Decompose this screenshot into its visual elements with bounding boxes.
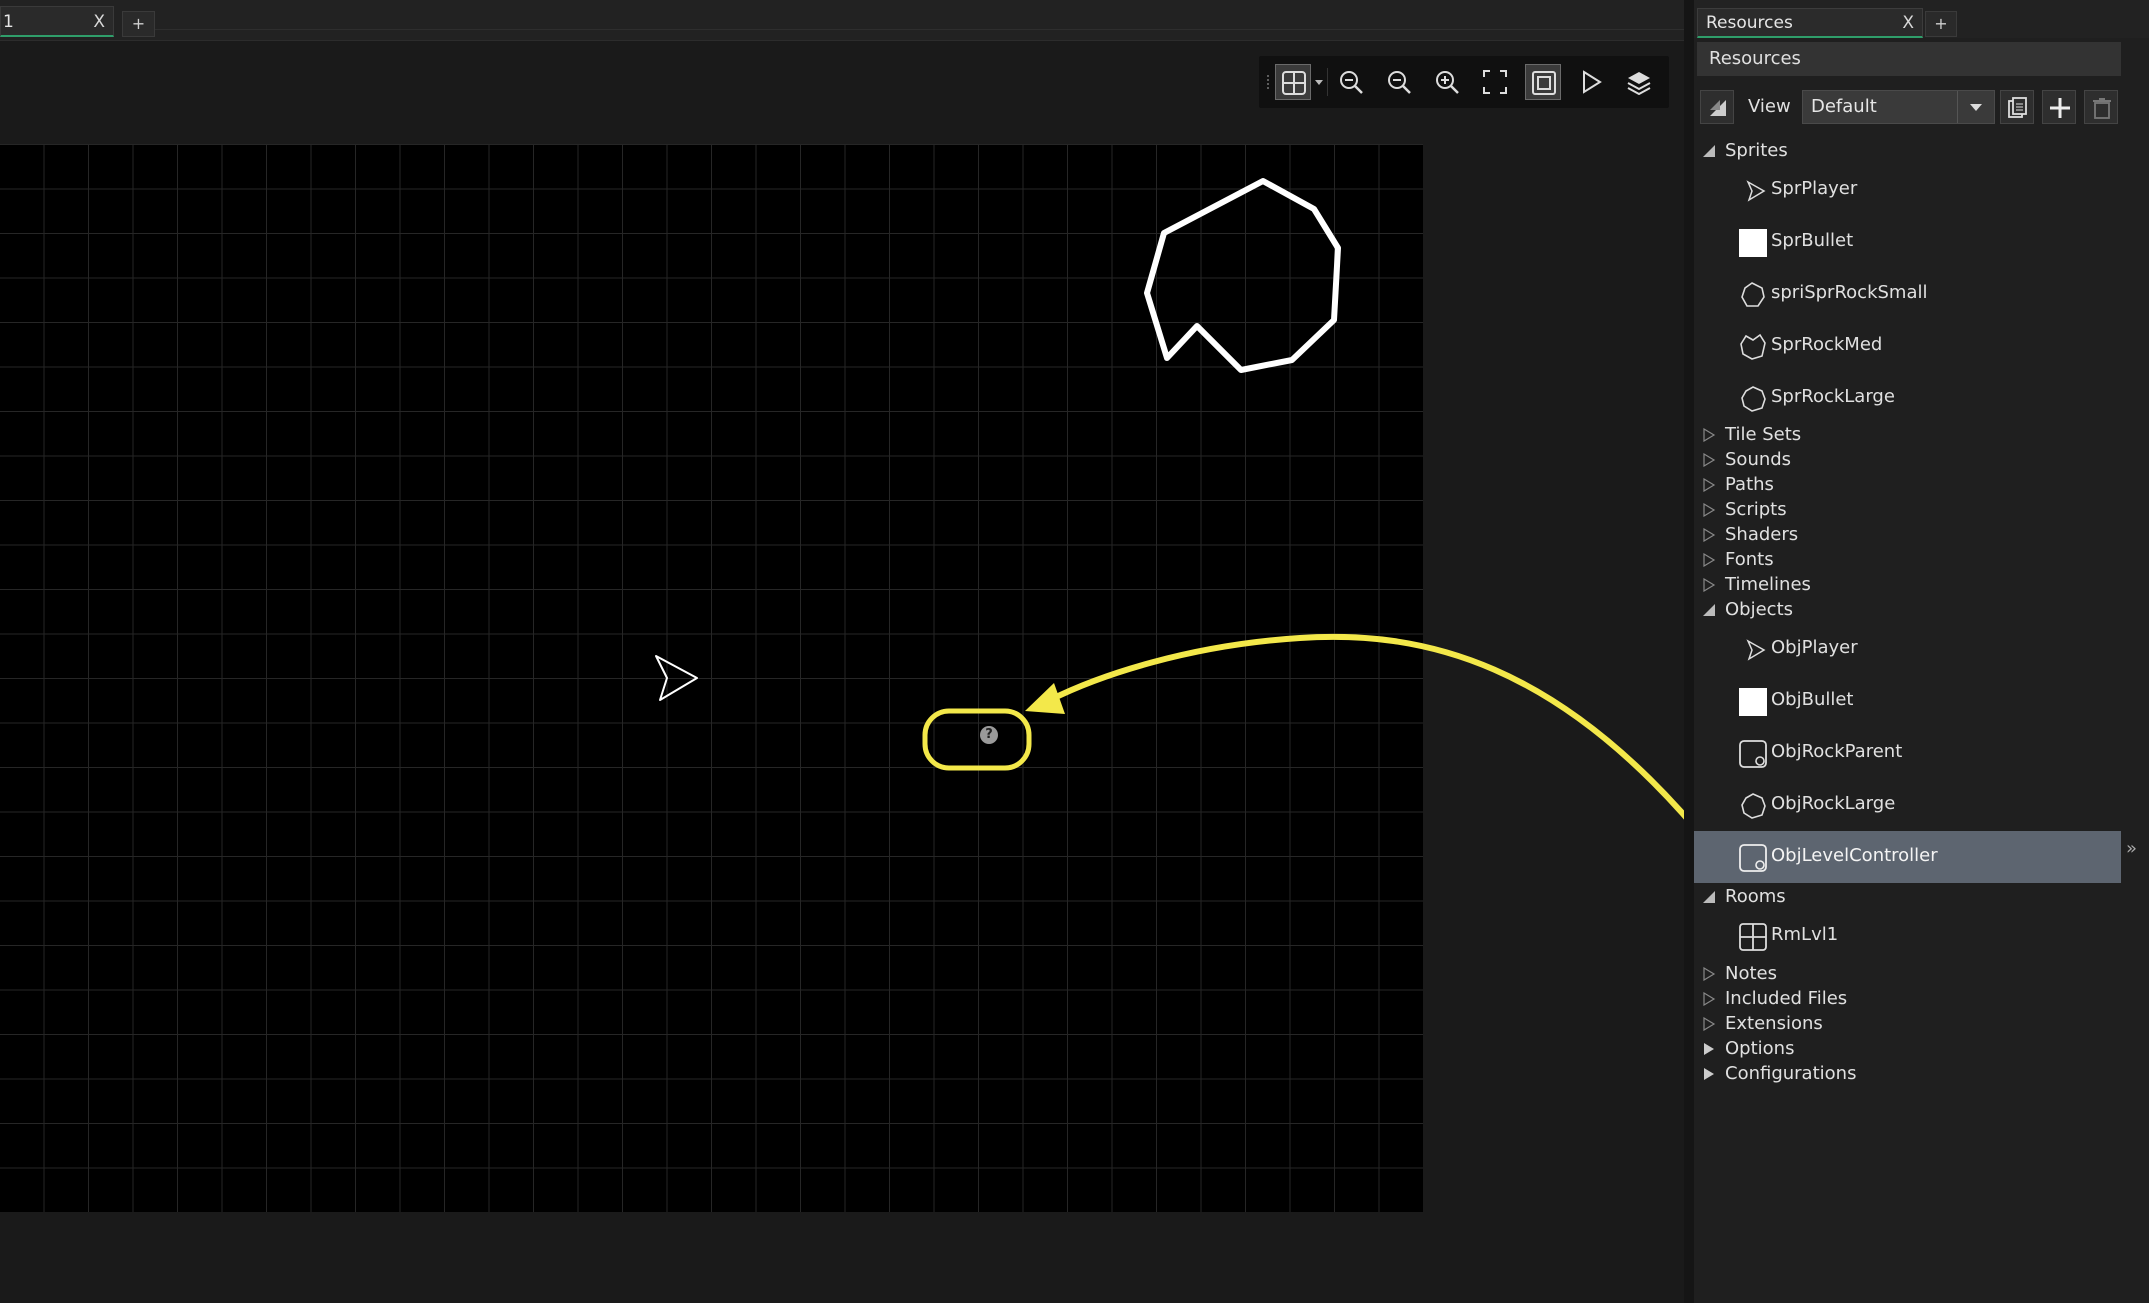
- collapse-all-button[interactable]: [1700, 90, 1734, 124]
- tree-item-sprrocklarge[interactable]: SprRockLarge: [1694, 372, 2121, 424]
- tree-item-label: SprPlayer: [1771, 178, 1858, 199]
- add-resource-button[interactable]: [2042, 90, 2076, 124]
- tree-group-label: Options: [1725, 1038, 1795, 1059]
- resources-tab-bar: Resources X +: [1694, 0, 2149, 38]
- collapsed-triangle-icon[interactable]: [1702, 967, 1716, 981]
- panel-divider[interactable]: [1684, 0, 1694, 1303]
- tree-item-objbullet[interactable]: ObjBullet: [1694, 675, 2121, 727]
- tree-item-objrocklarge[interactable]: ObjRockLarge: [1694, 779, 2121, 831]
- tree-item-objrockparent[interactable]: ObjRockParent: [1694, 727, 2121, 779]
- tree-item-label: ObjLevelController: [1771, 845, 1938, 866]
- view-options-button[interactable]: [2000, 90, 2034, 124]
- chevron-down-icon[interactable]: [1957, 91, 1994, 123]
- tree-group-label: Extensions: [1725, 1013, 1823, 1034]
- tree-item-sprbullet[interactable]: SprBullet: [1694, 216, 2121, 268]
- player-instance[interactable]: [655, 655, 698, 701]
- collapsed-triangle-icon[interactable]: [1702, 428, 1716, 442]
- tree-group-label: Scripts: [1725, 499, 1787, 520]
- collapse-icon: [1710, 100, 1726, 116]
- collapsed-filled-triangle-icon[interactable]: [1702, 1067, 1716, 1081]
- collapsed-triangle-icon[interactable]: [1702, 453, 1716, 467]
- player-object-icon: [1746, 639, 1766, 661]
- collapsed-filled-triangle-icon[interactable]: [1702, 1042, 1716, 1056]
- tree-group-label: Sprites: [1725, 140, 1788, 161]
- player-sprite-icon: [1746, 180, 1766, 202]
- collapsed-triangle-icon[interactable]: [1702, 1017, 1716, 1031]
- tab-resources-label: Resources: [1706, 13, 1793, 33]
- tree-item-label: SprRockMed: [1771, 334, 1883, 355]
- tree-item-rmlvl1[interactable]: RmLvl1: [1694, 910, 2121, 962]
- expanded-triangle-icon[interactable]: [1702, 603, 1716, 617]
- view-label: View: [1748, 96, 1791, 117]
- trash-icon: [2093, 98, 2111, 119]
- collapsed-triangle-icon[interactable]: [1702, 503, 1716, 517]
- add-tab-button[interactable]: +: [1925, 11, 1957, 37]
- tree-group-label: Notes: [1725, 963, 1777, 984]
- object-icon: [1739, 844, 1767, 872]
- object-icon: [1739, 740, 1767, 768]
- tree-group-label: Included Files: [1725, 988, 1848, 1009]
- tree-group-label: Tile Sets: [1725, 424, 1802, 445]
- tree-group-label: Rooms: [1725, 886, 1786, 907]
- tree-group-label: Fonts: [1725, 549, 1774, 570]
- view-row: View Default: [1694, 86, 2149, 130]
- tree-item-objplayer[interactable]: ObjPlayer: [1694, 623, 2121, 675]
- tree-group-label: Objects: [1725, 599, 1794, 620]
- tree-item-sprrockmed[interactable]: SprRockMed: [1694, 320, 2121, 372]
- collapsed-triangle-icon[interactable]: [1702, 478, 1716, 492]
- tree-item-objlevelcontroller[interactable]: ObjLevelController: [1694, 831, 2121, 883]
- tree-item-label: RmLvl1: [1771, 924, 1839, 945]
- tab-resources[interactable]: Resources X: [1697, 8, 1923, 38]
- tree-group-label: Shaders: [1725, 524, 1799, 545]
- unknown-instance-icon[interactable]: ?: [980, 726, 998, 744]
- arrow-head: [1025, 683, 1065, 714]
- delete-resource-button[interactable]: [2084, 90, 2118, 124]
- tree-item-label: spriSprRockSmall: [1771, 282, 1928, 303]
- document-icon: [2008, 97, 2027, 118]
- expanded-triangle-icon[interactable]: [1702, 144, 1716, 158]
- resources-header: Resources: [1697, 42, 2121, 76]
- view-select[interactable]: Default: [1802, 90, 1995, 124]
- rock-sprite-icon: [1741, 386, 1766, 412]
- tree-item-label: SprBullet: [1771, 230, 1854, 251]
- expand-panel-icon[interactable]: »: [2126, 838, 2137, 859]
- bullet-sprite-icon: [1739, 229, 1767, 257]
- rock-large-instance[interactable]: [1144, 178, 1341, 373]
- bullet-object-icon: [1739, 688, 1767, 716]
- tree-item-label: SprRockLarge: [1771, 386, 1895, 407]
- room-icon: [1739, 923, 1767, 951]
- tree-item-sprrocksmall[interactable]: spriSprRockSmall: [1694, 268, 2121, 320]
- close-icon[interactable]: X: [1902, 9, 1914, 37]
- tree-group-label: Paths: [1725, 474, 1774, 495]
- collapsed-triangle-icon[interactable]: [1702, 528, 1716, 542]
- highlight-box: [922, 708, 1032, 771]
- tree-item-label: ObjBullet: [1771, 689, 1854, 710]
- tree-item-label: ObjPlayer: [1771, 637, 1858, 658]
- rock-object-icon: [1741, 793, 1766, 819]
- rock-sprite-icon: [1741, 282, 1765, 307]
- collapsed-triangle-icon[interactable]: [1702, 553, 1716, 567]
- expanded-triangle-icon[interactable]: [1702, 890, 1716, 904]
- resources-panel: Resources X + Resources View Default Spr…: [1694, 0, 2149, 1303]
- tree-group-label: Timelines: [1725, 574, 1811, 595]
- tree-item-label: ObjRockLarge: [1771, 793, 1896, 814]
- tree-group-label: Sounds: [1725, 449, 1792, 470]
- tree-item-sprplayer[interactable]: SprPlayer: [1694, 164, 2121, 216]
- tree-group-label: Configurations: [1725, 1063, 1857, 1084]
- tree-item-label: ObjRockParent: [1771, 741, 1903, 762]
- plus-icon: [2050, 98, 2070, 118]
- drag-arrow: [1048, 633, 1715, 850]
- rock-sprite-icon: [1740, 333, 1766, 360]
- collapsed-triangle-icon[interactable]: [1702, 992, 1716, 1006]
- collapsed-triangle-icon[interactable]: [1702, 578, 1716, 592]
- view-select-value: Default: [1811, 96, 1877, 117]
